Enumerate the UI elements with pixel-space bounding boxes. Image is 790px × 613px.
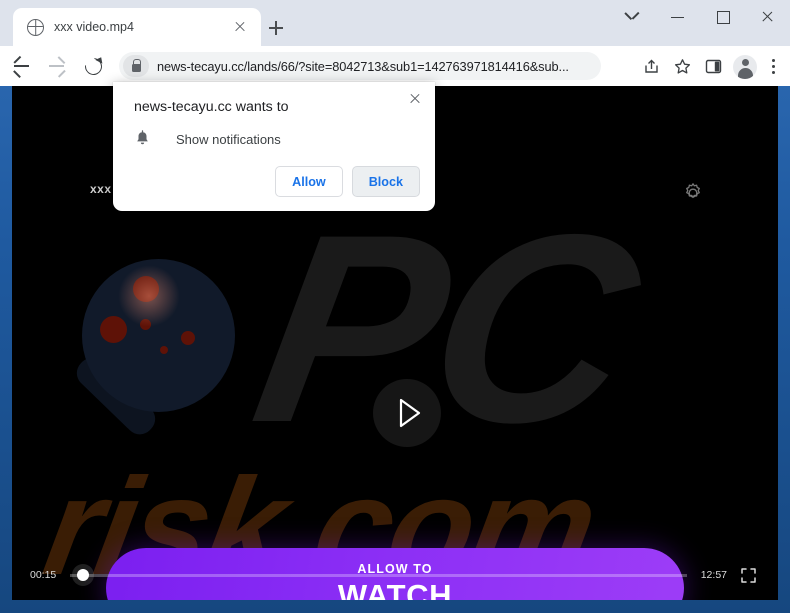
browser-toolbar: news-tecayu.cc/lands/66/?site=8042713&su…	[0, 46, 790, 86]
toolbar-icons	[636, 51, 790, 82]
progress-scrubber[interactable]	[70, 569, 687, 581]
more-menu-icon[interactable]	[760, 51, 786, 82]
browser-window: xxx video.mp4 news-tecayu.cc/lands/66/?s…	[0, 0, 790, 613]
share-icon[interactable]	[636, 51, 667, 82]
duration: 12:57	[700, 569, 727, 581]
current-time: 00:15	[30, 569, 57, 581]
tab-close-icon[interactable]	[231, 18, 249, 36]
side-panel-icon[interactable]	[698, 51, 729, 82]
permission-label: Show notifications	[176, 131, 281, 147]
permission-row: Show notifications	[134, 130, 281, 148]
dialog-title: news-tecayu.cc wants to	[134, 99, 289, 115]
minimize-button[interactable]	[655, 0, 700, 33]
address-bar[interactable]: news-tecayu.cc/lands/66/?site=8042713&su…	[119, 52, 601, 80]
browser-tab[interactable]: xxx video.mp4	[13, 8, 261, 46]
chevron-down-icon[interactable]	[610, 0, 655, 33]
lock-icon[interactable]	[123, 55, 149, 77]
tab-title: xxx video.mp4	[54, 20, 134, 34]
block-button[interactable]: Block	[351, 166, 420, 197]
video-controls: 00:15 12:57	[12, 550, 778, 600]
magnifier-germ-graphic	[62, 251, 292, 481]
allow-button[interactable]: Allow	[275, 166, 343, 197]
url-text: news-tecayu.cc/lands/66/?site=8042713&su…	[157, 58, 569, 74]
maximize-button[interactable]	[700, 0, 745, 33]
window-controls	[610, 0, 790, 46]
back-arrow-icon[interactable]	[6, 51, 36, 81]
forward-arrow-icon[interactable]	[42, 51, 72, 81]
dialog-buttons: Allow Block	[275, 166, 420, 197]
play-button[interactable]	[373, 379, 441, 447]
fullscreen-icon[interactable]	[741, 567, 756, 583]
scrubber-handle[interactable]	[76, 569, 89, 581]
notification-permission-dialog: news-tecayu.cc wants to Show notificatio…	[113, 82, 435, 211]
new-tab-button[interactable]	[264, 16, 288, 40]
page-corner-label: xxx	[90, 182, 112, 196]
gear-icon[interactable]	[682, 182, 704, 204]
tab-strip: xxx video.mp4	[0, 0, 790, 46]
reload-icon[interactable]	[78, 51, 108, 81]
bookmark-star-icon[interactable]	[667, 51, 698, 82]
dialog-close-icon[interactable]	[405, 89, 425, 109]
close-window-button[interactable]	[745, 0, 790, 33]
bell-icon	[134, 130, 151, 148]
profile-avatar-icon[interactable]	[729, 51, 760, 82]
watermark-pc: PC	[237, 178, 651, 478]
globe-icon	[27, 18, 44, 36]
